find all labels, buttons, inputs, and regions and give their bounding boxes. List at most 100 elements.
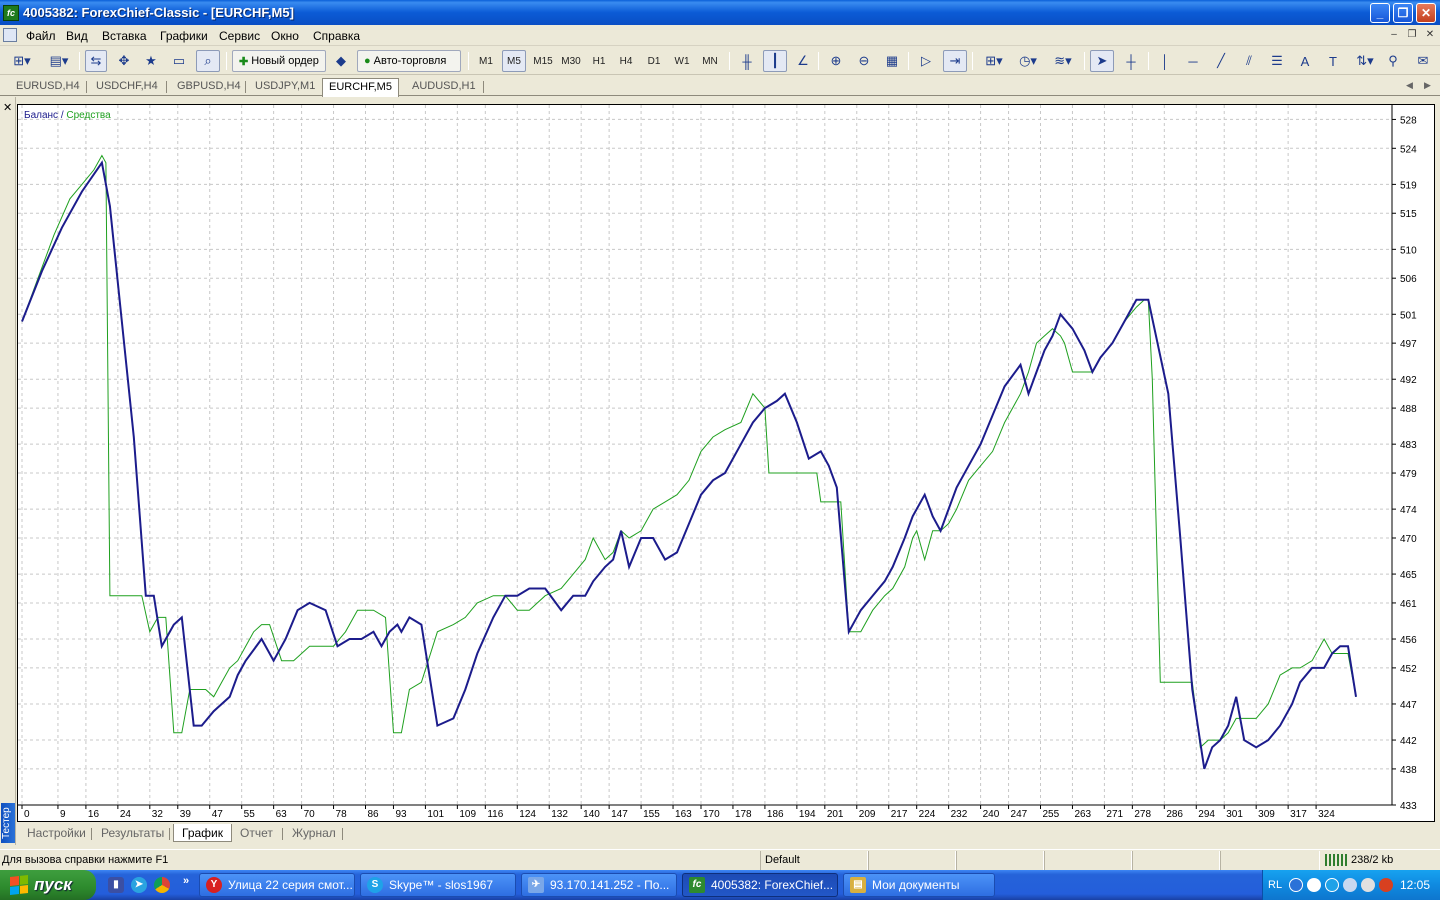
tester-graph-panel[interactable]: 528 524 519 515 510 506 501 497 492 488 483 479 474 4… bbox=[17, 104, 1435, 822]
zoom-out-icon[interactable]: ⊖ bbox=[853, 50, 875, 72]
expert-advisor-icon[interactable]: ◆ bbox=[330, 50, 352, 72]
navigator-icon[interactable]: ★ bbox=[140, 50, 162, 72]
timeframe-h4[interactable]: H4 bbox=[614, 50, 638, 72]
tab-graph[interactable]: График bbox=[173, 824, 232, 842]
arrows-icon[interactable]: ⇅▾ bbox=[1350, 50, 1380, 72]
tray-arrow-icon[interactable] bbox=[1289, 878, 1303, 892]
vertical-line-icon[interactable]: │ bbox=[1154, 50, 1176, 72]
auto-scroll-icon[interactable]: ▷ bbox=[915, 50, 937, 72]
status-profile: Default bbox=[765, 854, 800, 866]
chart-tab-eurusd-h4[interactable]: EURUSD,H4 bbox=[10, 78, 86, 96]
terminal-icon[interactable]: ▭ bbox=[168, 50, 190, 72]
legend-equity: Средства bbox=[66, 110, 111, 121]
tray-volume-icon[interactable] bbox=[1361, 878, 1375, 892]
start-button[interactable]: пуск bbox=[0, 870, 96, 900]
task-skype[interactable]: S Skype™ - slos1967 bbox=[360, 873, 516, 897]
profiles-icon[interactable]: ▤▾ bbox=[44, 50, 74, 72]
close-button[interactable]: ✕ bbox=[1416, 3, 1436, 23]
close-tester-icon[interactable]: ✕ bbox=[3, 101, 12, 114]
tray-window-icon[interactable] bbox=[1307, 878, 1321, 892]
new-order-icon: ✚ bbox=[239, 55, 249, 68]
x-tick-label: 263 bbox=[1074, 809, 1091, 820]
tab-scroll-left-icon[interactable]: ◀ bbox=[1406, 80, 1413, 91]
title-bar[interactable]: fc 4005382: ForexChief-Classic - [EURCHF… bbox=[0, 0, 1440, 25]
y-tick-label: 483 bbox=[1400, 440, 1417, 451]
new-chart-icon[interactable]: ⊞▾ bbox=[6, 50, 38, 72]
system-tray: RL 12:05 bbox=[1262, 870, 1440, 900]
tab-results[interactable]: Результаты bbox=[101, 824, 164, 842]
horizontal-line-icon[interactable]: ─ bbox=[1182, 50, 1204, 72]
menu-file[interactable]: Файл bbox=[26, 29, 56, 43]
crosshair-icon[interactable]: ┼ bbox=[1120, 50, 1142, 72]
new-order-button[interactable]: ✚ Новый ордер bbox=[232, 50, 326, 72]
tab-scroll-right-icon[interactable]: ▶ bbox=[1424, 80, 1431, 91]
menu-help[interactable]: Справка bbox=[313, 29, 360, 43]
x-tick-label: 124 bbox=[519, 809, 536, 820]
timeframe-d1[interactable]: D1 bbox=[642, 50, 666, 72]
timeframe-h1[interactable]: H1 bbox=[587, 50, 611, 72]
menu-window[interactable]: Окно bbox=[271, 29, 299, 43]
fibonacci-icon[interactable]: ☰ bbox=[1266, 50, 1288, 72]
quicklaunch-telegram-icon[interactable]: ➤ bbox=[131, 877, 147, 893]
quicklaunch-chrome-icon[interactable] bbox=[154, 877, 170, 893]
text-label-icon[interactable]: T bbox=[1322, 50, 1344, 72]
cursor-icon[interactable]: ➤ bbox=[1090, 50, 1114, 72]
document-icon[interactable] bbox=[3, 28, 17, 42]
periods-icon[interactable]: ◷▾ bbox=[1013, 50, 1043, 72]
quicklaunch-more-icon[interactable]: » bbox=[178, 873, 194, 889]
market-watch-icon[interactable]: ⇆ bbox=[85, 50, 107, 72]
text-icon[interactable]: A bbox=[1294, 50, 1316, 72]
y-tick-label: 492 bbox=[1400, 375, 1417, 386]
data-window-icon[interactable]: ✥ bbox=[113, 50, 135, 72]
quicklaunch-desktop-icon[interactable]: ▮ bbox=[108, 877, 124, 893]
tile-windows-icon[interactable]: ▦ bbox=[881, 50, 903, 72]
task-remote[interactable]: ✈ 93.170.141.252 - По... bbox=[521, 873, 677, 897]
chat-icon[interactable]: ✉ bbox=[1410, 50, 1436, 72]
menu-view[interactable]: Вид bbox=[66, 29, 88, 43]
restore-button[interactable]: ❐ bbox=[1393, 3, 1413, 23]
timeframe-m5[interactable]: M5 bbox=[502, 50, 526, 72]
menu-insert[interactable]: Вставка bbox=[102, 29, 147, 43]
timeframe-mn[interactable]: MN bbox=[698, 50, 722, 72]
menu-charts[interactable]: Графики bbox=[160, 29, 208, 43]
timeframe-m30[interactable]: M30 bbox=[558, 50, 584, 72]
search-icon[interactable]: ⚲ bbox=[1382, 50, 1404, 72]
timeframe-m1[interactable]: M1 bbox=[474, 50, 498, 72]
candlestick-icon[interactable]: ┃ bbox=[763, 50, 787, 72]
templates-icon[interactable]: ≋▾ bbox=[1047, 50, 1079, 72]
tab-report[interactable]: Отчет bbox=[240, 824, 273, 842]
tab-journal[interactable]: Журнал bbox=[292, 824, 336, 842]
y-tick-label: 474 bbox=[1400, 505, 1417, 516]
chart-tab-eurchf-m5[interactable]: EURCHF,M5 bbox=[322, 78, 399, 97]
strategy-tester-icon[interactable]: ⌕ bbox=[196, 50, 220, 72]
trendline-icon[interactable]: ╱ bbox=[1210, 50, 1232, 72]
bar-chart-icon[interactable]: ╫ bbox=[736, 50, 758, 72]
menu-tools[interactable]: Сервис bbox=[219, 29, 260, 43]
equidistant-channel-icon[interactable]: ⫽ bbox=[1238, 50, 1260, 72]
mdi-restore-icon[interactable]: ❐ bbox=[1406, 29, 1418, 41]
balance-equity-chart[interactable]: 5285245195155105065014974924884834794744… bbox=[18, 105, 1436, 823]
chart-tab-usdjpy-m1[interactable]: USDJPY,M1 bbox=[249, 78, 321, 96]
timeframe-w1[interactable]: W1 bbox=[670, 50, 694, 72]
task-my-documents[interactable]: ▤ Мои документы bbox=[843, 873, 995, 897]
indicators-icon[interactable]: ⊞▾ bbox=[979, 50, 1009, 72]
tray-skype-icon[interactable] bbox=[1325, 878, 1339, 892]
auto-trading-button[interactable]: ● Авто-торговля bbox=[357, 50, 461, 72]
mdi-close-icon[interactable]: ✕ bbox=[1424, 29, 1436, 41]
chart-tab-audusd-h1[interactable]: AUDUSD,H1 bbox=[406, 78, 482, 96]
mdi-minimize-icon[interactable]: – bbox=[1388, 29, 1400, 41]
minimize-button[interactable]: _ bbox=[1370, 3, 1390, 23]
tray-network-icon[interactable] bbox=[1343, 878, 1357, 892]
x-tick-label: 140 bbox=[583, 809, 600, 820]
line-chart-icon[interactable]: ∠ bbox=[792, 50, 814, 72]
chart-tab-gbpusd-h4[interactable]: GBPUSD,H4 bbox=[171, 78, 247, 96]
tray-security-icon[interactable] bbox=[1379, 878, 1393, 892]
timeframe-m15[interactable]: M15 bbox=[530, 50, 556, 72]
task-forexchief[interactable]: fc 4005382: ForexChief... bbox=[682, 873, 838, 897]
tab-settings[interactable]: Настройки bbox=[27, 824, 86, 842]
zoom-in-icon[interactable]: ⊕ bbox=[825, 50, 847, 72]
chart-shift-icon[interactable]: ⇥ bbox=[943, 50, 967, 72]
language-indicator[interactable]: RL bbox=[1268, 879, 1282, 891]
task-browser[interactable]: Y Улица 22 серия смот... bbox=[199, 873, 355, 897]
chart-tab-usdchf-h4[interactable]: USDCHF,H4 bbox=[90, 78, 164, 96]
